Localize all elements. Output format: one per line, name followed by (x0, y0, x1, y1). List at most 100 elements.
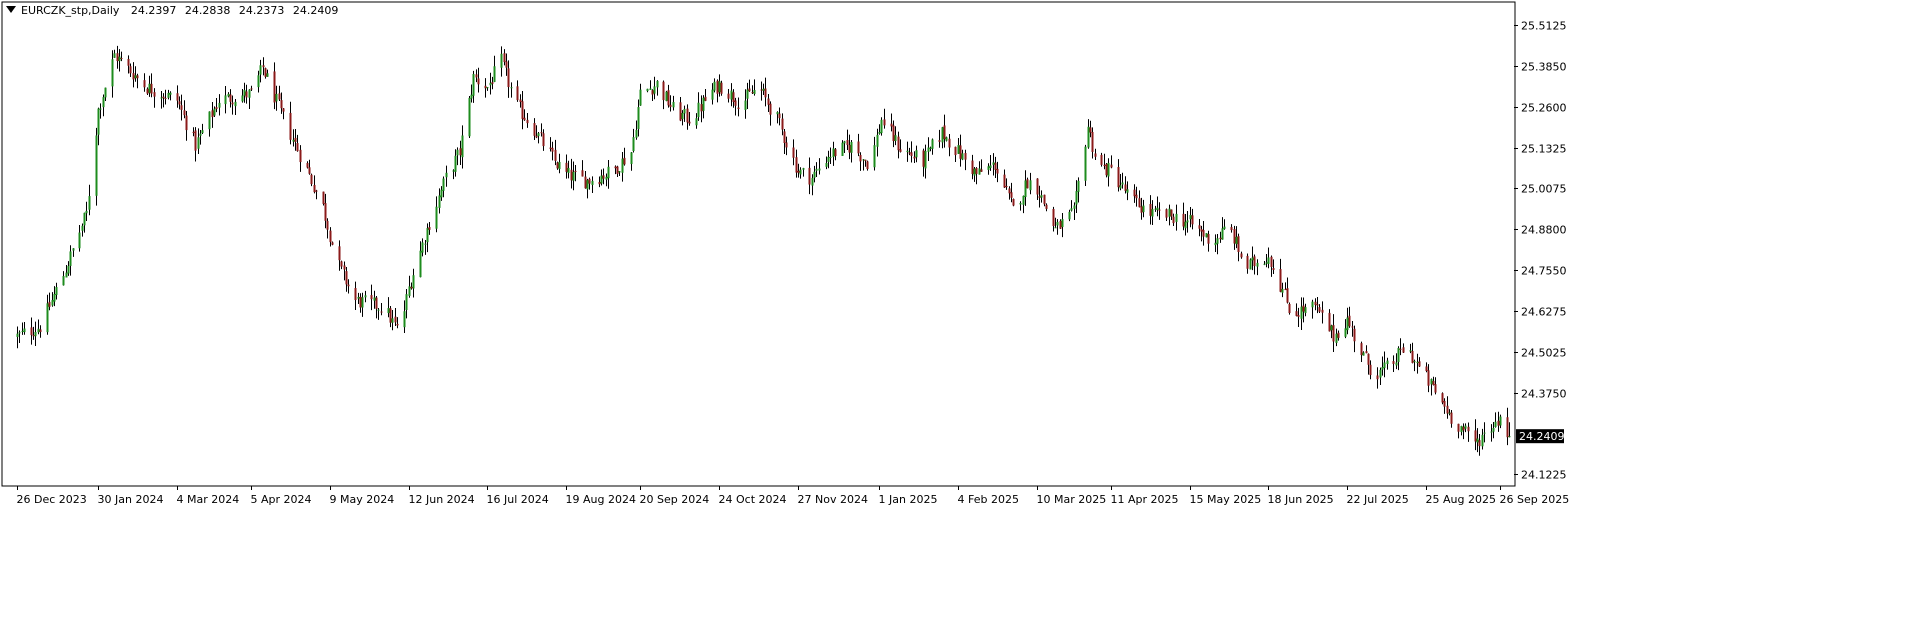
bull-candle (102, 94, 105, 117)
candle-body (1175, 213, 1178, 222)
bear-candle (428, 221, 431, 235)
candle-body (1365, 351, 1368, 354)
bear-candle (324, 193, 327, 229)
y-tick-label: 25.3850 (1521, 61, 1567, 74)
bear-candle (781, 113, 784, 136)
chart-window[interactable]: 25.5125 25.3850 25.2600 25.1325 25.0075 24.88… (0, 0, 1916, 620)
bear-candle (732, 89, 735, 108)
x-tick-label: 4 Feb 2025 (958, 493, 1019, 506)
bull-candle (1142, 199, 1145, 218)
candle-body (656, 80, 659, 88)
bear-candle (1427, 364, 1430, 393)
bear-candle (1117, 159, 1120, 192)
candle-body (996, 168, 999, 174)
bull-candle (681, 110, 684, 126)
candle-body (1089, 127, 1092, 133)
candle-body (183, 110, 186, 116)
bear-candle (1182, 202, 1185, 231)
candle-body (231, 102, 234, 105)
bear-candle (1418, 357, 1421, 367)
candle-body (1207, 233, 1210, 244)
bull-candle (1499, 414, 1502, 429)
bull-candle (639, 83, 642, 106)
candle-body (180, 105, 183, 110)
candle-body (799, 169, 802, 175)
candle-body (834, 149, 837, 157)
candle-body (454, 155, 457, 172)
bear-candle (280, 92, 283, 114)
bear-candle (396, 317, 399, 329)
bull-candle (1126, 181, 1129, 201)
bear-candle (477, 67, 480, 93)
bear-candle (1348, 306, 1351, 328)
candle-body (843, 141, 846, 144)
bull-candle (1476, 428, 1479, 453)
bear-candle (136, 73, 139, 89)
bear-candle (938, 129, 941, 148)
x-tick-label: 9 May 2024 (330, 493, 395, 506)
bear-candle (343, 261, 346, 281)
candle-body (1040, 195, 1043, 198)
bear-candle (616, 165, 619, 178)
candle-body (751, 92, 754, 94)
bull-candle (713, 78, 716, 93)
candle-body (892, 125, 895, 142)
x-tick-label: 20 Sep 2024 (640, 493, 710, 506)
price-chart[interactable]: 25.5125 25.3850 25.2600 25.1325 25.0075 24.88… (0, 0, 1916, 620)
candle-body (908, 152, 911, 154)
candle-body (883, 119, 886, 126)
bear-candle (1321, 301, 1324, 324)
bull-candle (987, 163, 990, 175)
bear-candle (1360, 341, 1363, 362)
bull-candle (377, 308, 380, 320)
bear-candle (890, 113, 893, 132)
candle-body (1474, 430, 1477, 442)
candle-body (1432, 380, 1435, 386)
bear-candle (1149, 195, 1152, 225)
bull-candle (1395, 353, 1398, 370)
candle-body (890, 123, 893, 127)
bear-candle (322, 191, 325, 206)
candle-body (1399, 348, 1402, 350)
bull-candle (1251, 246, 1254, 271)
bull-candle (213, 106, 216, 117)
candle-body (653, 86, 656, 94)
bull-candle (1235, 226, 1238, 249)
x-tick-label: 10 Mar 2025 (1037, 493, 1107, 506)
bull-candle (1216, 234, 1219, 255)
candle-body (1008, 188, 1011, 194)
bear-candle (897, 131, 900, 159)
candle-body (1457, 423, 1460, 432)
candle-body (289, 112, 292, 140)
bear-candle (1314, 298, 1317, 311)
bear-candle (1045, 203, 1048, 212)
candle-body (503, 53, 506, 63)
bear-candle (1091, 127, 1094, 159)
candle-body (574, 170, 577, 172)
bear-candle (1240, 251, 1243, 259)
candle-body (1441, 393, 1444, 403)
bear-candle (340, 260, 343, 270)
bear-candle (299, 145, 302, 172)
candle-body (111, 59, 114, 87)
candle-body (169, 92, 172, 95)
bear-candle (892, 120, 895, 148)
bear-candle (883, 108, 886, 129)
candle-body (1332, 325, 1335, 342)
bear-candle (516, 80, 519, 102)
candle-body (857, 141, 860, 154)
bull-candle (83, 212, 86, 233)
bear-candle (176, 85, 179, 108)
bull-candle (1346, 307, 1349, 335)
candle-body (51, 300, 54, 306)
bear-candle (1443, 398, 1446, 414)
candle-body (1508, 436, 1511, 438)
candle-body (1133, 189, 1136, 197)
bear-candle (329, 227, 332, 247)
candle-body (931, 139, 934, 149)
bear-candle (315, 189, 318, 200)
dropdown-triangle-icon[interactable] (6, 6, 16, 13)
bear-candle (769, 101, 772, 126)
bull-candle (424, 239, 427, 255)
candle-body (1029, 180, 1032, 191)
